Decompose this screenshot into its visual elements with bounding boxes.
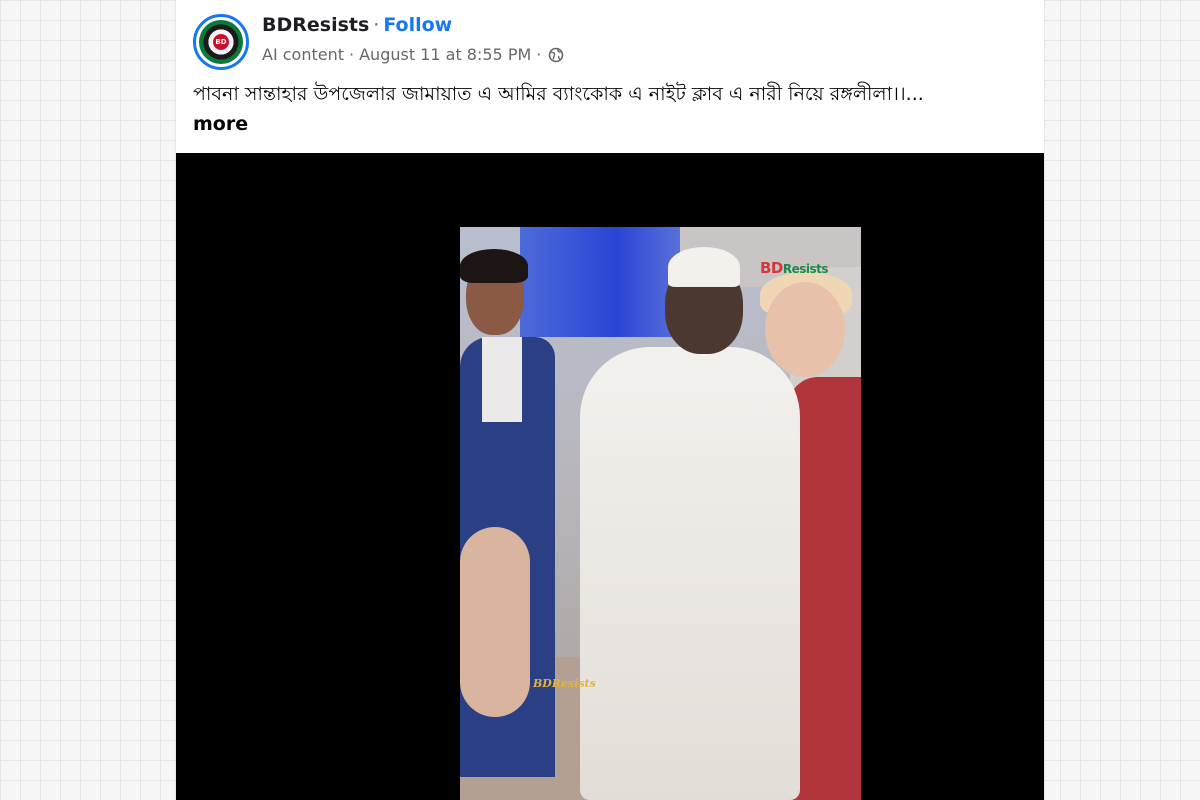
post-header: BD BDResists · Follow AI content · Augus… [176,0,1044,153]
post-timestamp[interactable]: August 11 at 8:55 PM [359,45,531,64]
scene-person-center [580,347,800,800]
globe-icon[interactable] [548,47,564,63]
avatar-logo-icon: BD [199,20,243,64]
scene-person-right-head [765,282,845,377]
scene-person-left-shirt [482,337,522,422]
scene-person-center-cap [668,247,740,287]
video-watermark-bottom: BDResists [533,677,596,690]
page-avatar[interactable]: BD [193,14,249,70]
see-more-link[interactable]: more [193,113,248,135]
scene-person-left-hair [460,249,528,283]
scene-arm [460,527,530,717]
name-separator: · [373,14,380,36]
video-frame[interactable]: BDResists BDResists [460,227,861,800]
meta-separator-2: · [536,45,542,64]
page-name-link[interactable]: BDResists [262,14,369,36]
avatar-mark: BD [213,34,229,50]
post-caption: পাবনা সান্তাহার উপজেলার জামায়াত এ আমির … [193,83,924,105]
ai-content-label[interactable]: AI content [262,45,344,64]
follow-button[interactable]: Follow [383,14,452,36]
meta-separator: · [349,45,355,64]
watermark-initial: BD [760,259,783,277]
video-watermark-top: BDResists [760,259,829,277]
facebook-post-card: BD BDResists · Follow AI content · Augus… [176,0,1044,800]
post-meta: AI content · August 11 at 8:55 PM · [262,45,564,64]
watermark-rest: Resists [782,262,829,276]
post-header-line: BDResists · Follow [262,14,452,36]
scene-blue-light [520,227,680,337]
video-player[interactable]: BDResists BDResists [176,153,1044,800]
